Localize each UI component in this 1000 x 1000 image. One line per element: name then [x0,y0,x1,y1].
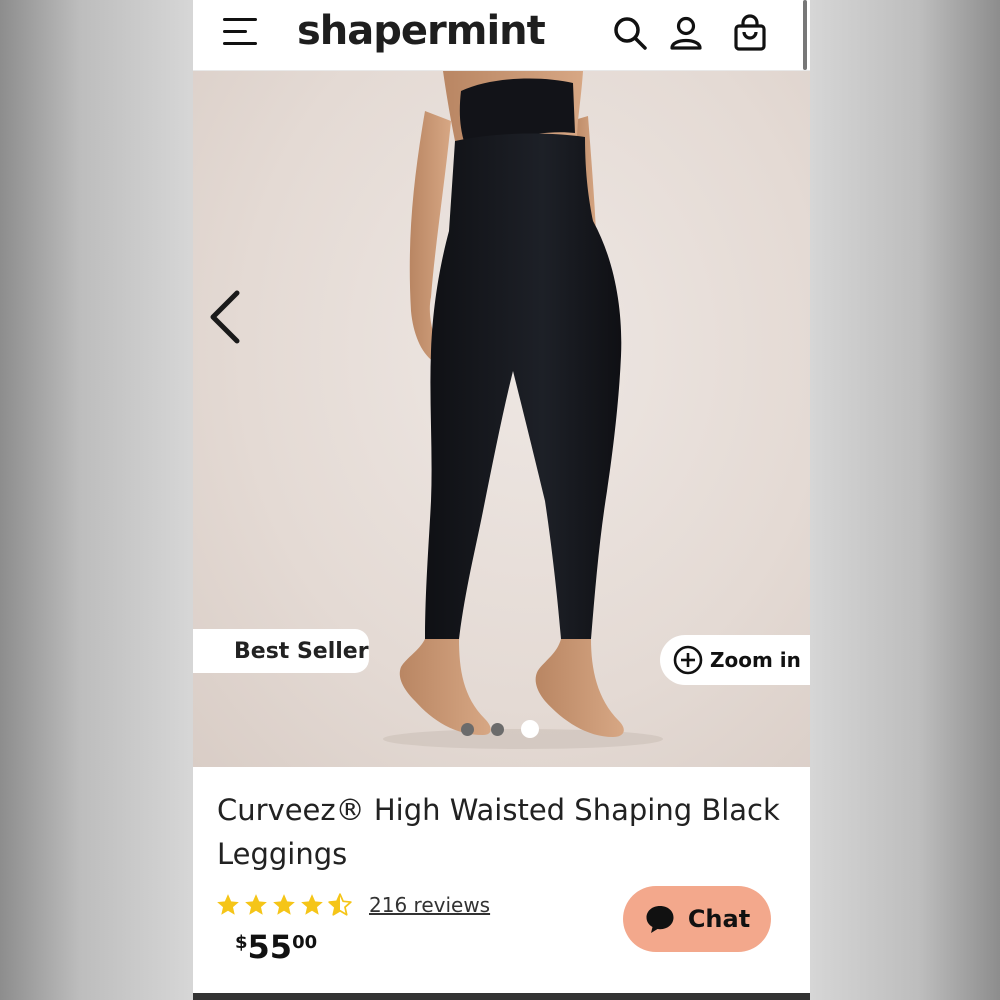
bottom-bar [193,993,810,1000]
price-currency: $ [235,932,248,953]
carousel-dot-3[interactable] [521,720,539,738]
carousel-dot-1[interactable] [461,722,474,736]
chat-bubble-icon [646,906,674,933]
account-icon[interactable] [667,14,705,52]
carousel-dots [461,720,539,738]
plus-circle-icon [673,645,703,675]
scrollbar[interactable] [803,0,807,70]
product-title: Curveez® High Waisted Shaping Black Legg… [217,793,780,871]
zoom-in-button[interactable]: Zoom in [660,635,810,685]
best-seller-badge: Best Seller [193,629,369,673]
carousel-dot-2[interactable] [491,722,504,736]
zoom-in-label: Zoom in [710,648,801,672]
product-image-carousel[interactable]: Best Seller Zoom in [193,71,810,767]
product-price: $5500 [235,928,317,966]
search-icon[interactable] [611,14,649,52]
star-icon [217,894,239,915]
product-rating: 216 reviews [215,890,490,920]
star-icon [301,894,323,915]
shopping-bag-icon[interactable] [731,14,769,52]
chat-label: Chat [687,905,751,933]
price-cents: 00 [292,932,318,953]
chat-button[interactable]: Chat [623,886,771,952]
star-icon [273,894,295,915]
menu-icon[interactable] [223,18,257,48]
half-star-icon [328,893,352,916]
chevron-left-icon[interactable] [205,287,245,347]
reviews-link[interactable]: 216 reviews [369,893,490,917]
star-icon [245,894,267,915]
price-dollars: 55 [247,928,293,966]
phone-screen: shapermint Best Seller Zoom in Curveez® … [193,0,810,1000]
brand-logo[interactable]: shapermint [297,8,546,54]
site-header: shapermint [193,0,810,71]
